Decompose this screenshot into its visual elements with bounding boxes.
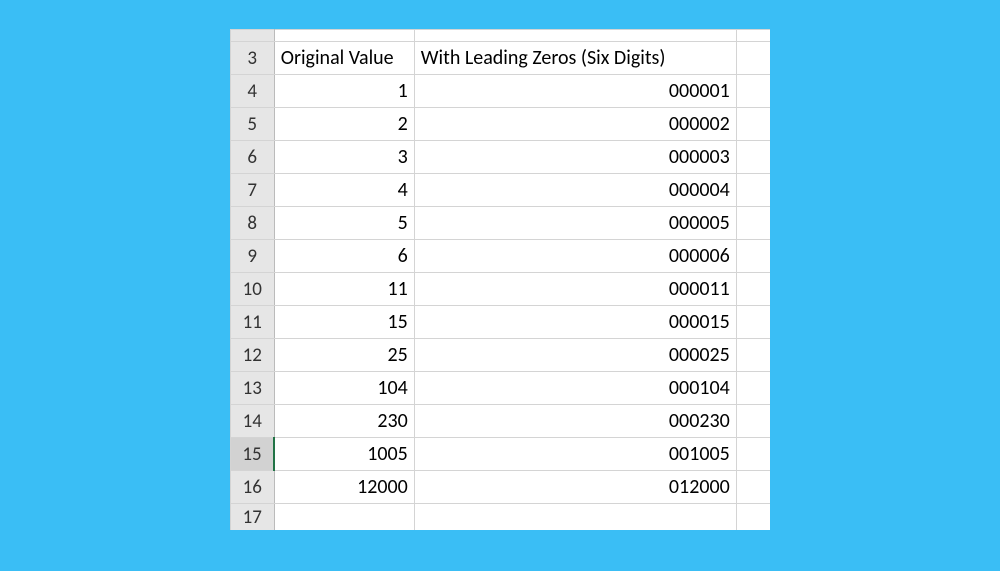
row-header[interactable]: 12 [230,339,274,372]
row-header[interactable]: 5 [230,108,274,141]
cell[interactable] [736,504,770,530]
row-header[interactable]: 11 [230,306,274,339]
cell[interactable] [736,273,770,306]
cell-original[interactable]: 11 [274,273,414,306]
row-header[interactable]: 8 [230,207,274,240]
cell[interactable] [736,372,770,405]
cell[interactable] [274,30,414,42]
cell-original[interactable]: 12000 [274,471,414,504]
cell-original[interactable]: 1005 [274,438,414,471]
cell-original[interactable]: 4 [274,174,414,207]
cell-original[interactable]: 1 [274,75,414,108]
row-header[interactable]: 13 [230,372,274,405]
row-header[interactable]: 9 [230,240,274,273]
row-header[interactable]: 16 [230,471,274,504]
cell[interactable] [736,438,770,471]
row-header[interactable]: 14 [230,405,274,438]
row-header[interactable]: 4 [230,75,274,108]
cell-padded[interactable]: 000025 [414,339,736,372]
column-header-padded[interactable]: With Leading Zeros (Six Digits) [414,42,736,75]
row-header[interactable]: 3 [230,42,274,75]
row-header[interactable]: 7 [230,174,274,207]
cell-original[interactable] [274,504,414,530]
row-header[interactable]: 6 [230,141,274,174]
cell-padded[interactable]: 012000 [414,471,736,504]
cell-padded[interactable] [414,504,736,530]
cell[interactable] [736,339,770,372]
cell[interactable] [736,30,770,42]
cell-padded[interactable]: 000006 [414,240,736,273]
cell-padded[interactable]: 000005 [414,207,736,240]
cell[interactable] [736,174,770,207]
cell-original[interactable]: 6 [274,240,414,273]
row-header[interactable] [230,30,274,42]
cell[interactable] [414,30,736,42]
cell-original[interactable]: 25 [274,339,414,372]
cell[interactable] [736,405,770,438]
cell-padded[interactable]: 001005 [414,438,736,471]
cell-original[interactable]: 230 [274,405,414,438]
cell-padded[interactable]: 000003 [414,141,736,174]
cell[interactable] [736,207,770,240]
cell[interactable] [736,108,770,141]
cell-original[interactable]: 104 [274,372,414,405]
cell[interactable] [736,75,770,108]
spreadsheet-container: 3Original ValueWith Leading Zeros (Six D… [230,29,771,530]
cell-original[interactable]: 15 [274,306,414,339]
row-header[interactable]: 17 [230,504,274,530]
cell-original[interactable]: 3 [274,141,414,174]
cell[interactable] [736,141,770,174]
cell-original[interactable]: 2 [274,108,414,141]
cell-padded[interactable]: 000002 [414,108,736,141]
cell-original[interactable]: 5 [274,207,414,240]
row-header[interactable]: 10 [230,273,274,306]
cell-padded[interactable]: 000104 [414,372,736,405]
spreadsheet[interactable]: 3Original ValueWith Leading Zeros (Six D… [230,29,771,530]
row-header[interactable]: 15 [230,438,274,471]
column-header-original[interactable]: Original Value [274,42,414,75]
cell-padded[interactable]: 000011 [414,273,736,306]
cell-padded[interactable]: 000001 [414,75,736,108]
cell-padded[interactable]: 000004 [414,174,736,207]
cell-padded[interactable]: 000230 [414,405,736,438]
cell[interactable] [736,306,770,339]
cell[interactable] [736,471,770,504]
cell-padded[interactable]: 000015 [414,306,736,339]
cell[interactable] [736,42,770,75]
cell[interactable] [736,240,770,273]
